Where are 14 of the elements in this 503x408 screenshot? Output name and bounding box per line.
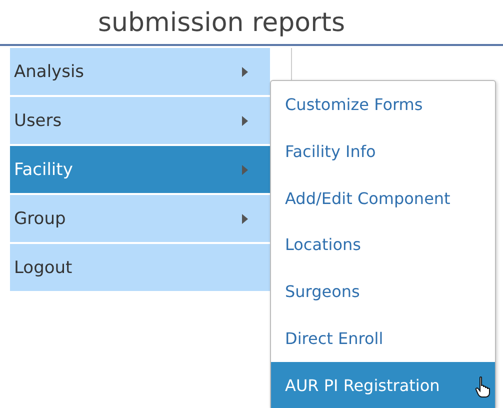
submenu-item[interactable]: Customize Forms <box>271 80 495 128</box>
page-title: submission reports <box>98 8 345 40</box>
submenu-item[interactable]: Direct Enroll <box>271 315 495 362</box>
submenu-item[interactable]: Surgeons <box>271 268 495 316</box>
menu-item[interactable]: Analysis <box>10 48 270 95</box>
menu-item[interactable]: Logout <box>10 244 270 291</box>
menu-item[interactable]: Users <box>10 97 270 144</box>
menu-item[interactable]: Group <box>10 195 270 242</box>
submenu-item[interactable]: Facility Info <box>271 128 495 175</box>
submenu-item[interactable]: Locations <box>271 222 495 268</box>
menu-item[interactable]: Facility <box>10 146 270 193</box>
submenu-item[interactable]: AUR PI Registration <box>271 362 495 408</box>
hand-cursor-icon <box>475 376 491 398</box>
submenu-item[interactable]: Add/Edit Component <box>271 174 495 222</box>
